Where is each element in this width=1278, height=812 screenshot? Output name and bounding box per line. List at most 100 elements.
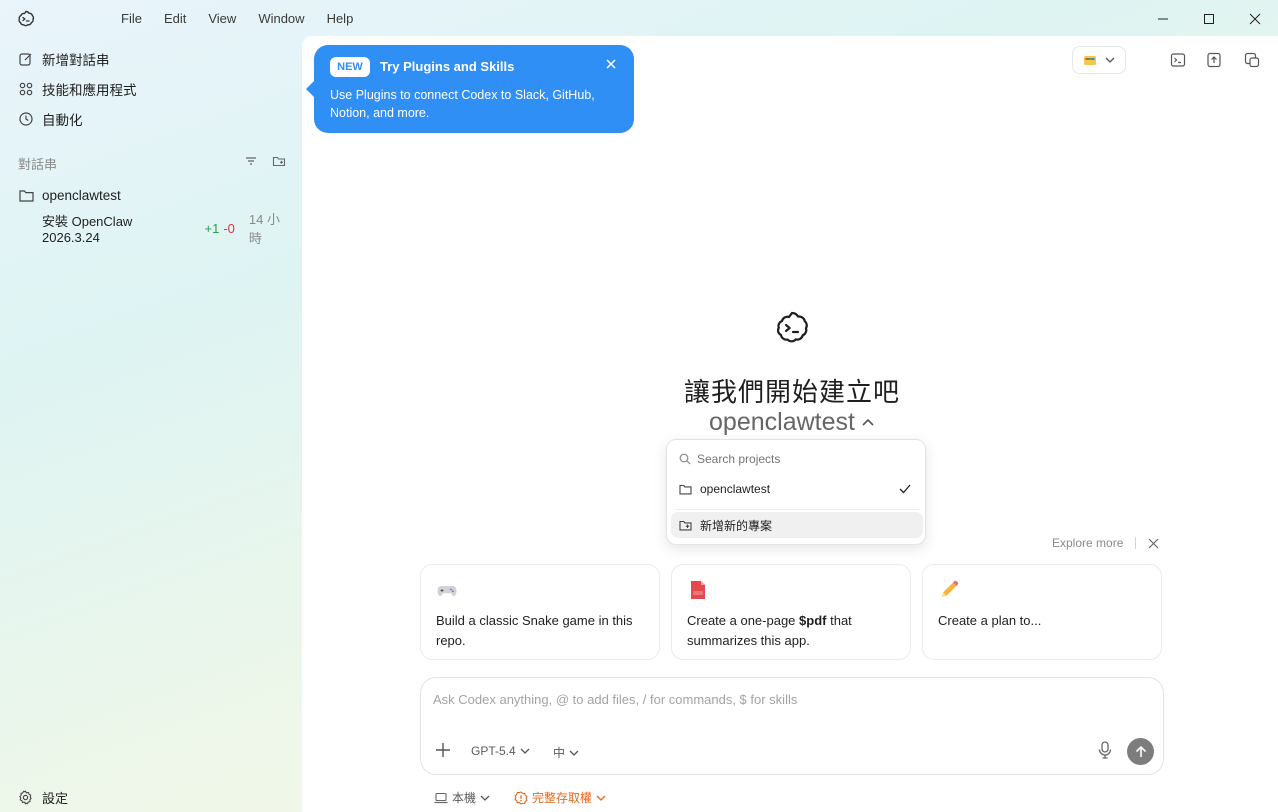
sidebar-item-skills-apps[interactable]: 技能和應用程式 xyxy=(18,77,137,101)
chevron-down-icon xyxy=(596,795,606,801)
app-window: File Edit View Window Help 新增對話串 技能和應用程式… xyxy=(0,0,1278,812)
project-search xyxy=(679,450,897,468)
effort-label: 中 xyxy=(553,746,566,760)
popup-title: Try Plugins and Skills xyxy=(380,59,515,74)
project-selector-label: openclawtest xyxy=(709,408,855,436)
card-text: Create a plan to... xyxy=(938,613,1042,628)
close-icon[interactable] xyxy=(604,57,618,71)
close-icon xyxy=(1249,13,1261,25)
popup-body: Use Plugins to connect Codex to Slack, G… xyxy=(330,88,595,120)
menu-edit[interactable]: Edit xyxy=(153,0,197,38)
new-badge: NEW xyxy=(330,57,370,77)
chevron-down-icon xyxy=(480,795,490,801)
folder-icon xyxy=(679,484,692,495)
minimize-icon xyxy=(1158,18,1168,20)
plus-icon[interactable] xyxy=(435,742,451,758)
app-folder-icon xyxy=(1084,56,1096,65)
folder-icon xyxy=(18,187,34,203)
new-folder-icon[interactable] xyxy=(272,154,286,168)
sidebar-item-label: 技能和應用程式 xyxy=(42,83,137,98)
model-selector[interactable]: GPT-5.4 xyxy=(471,744,530,758)
title-bar: File Edit View Window Help xyxy=(0,0,1278,38)
warning-icon xyxy=(514,790,528,805)
minimize-button[interactable] xyxy=(1140,0,1186,38)
clock-icon xyxy=(18,111,34,127)
sidebar: 新增對話串 技能和應用程式 自動化 對話串 openclawtest 安裝 Op… xyxy=(0,38,302,812)
project-selector[interactable]: openclawtest xyxy=(692,408,892,437)
copy-icon xyxy=(1244,52,1260,68)
close-icon[interactable] xyxy=(1148,538,1159,549)
send-button[interactable] xyxy=(1127,738,1154,765)
composer-options: 本機 完整存取權 xyxy=(434,789,630,806)
environment-label: 本機 xyxy=(452,791,477,805)
threads-section-tools xyxy=(244,154,286,168)
gear-icon xyxy=(19,790,32,805)
thread-removed-lines: -0 xyxy=(223,220,235,236)
page-title: 讓我們開始建立吧 xyxy=(683,377,900,407)
dropdown-item-project[interactable]: openclawtest xyxy=(671,476,923,502)
menu-help[interactable]: Help xyxy=(316,0,365,38)
app-logo-icon[interactable] xyxy=(16,9,36,29)
settings-label: 設定 xyxy=(42,791,69,806)
thread-title: 安裝 OpenClaw 2026.3.24 xyxy=(42,214,133,245)
upload-icon xyxy=(1207,52,1221,68)
copy-button[interactable] xyxy=(1242,50,1262,70)
maximize-button[interactable] xyxy=(1186,0,1232,38)
dropdown-project-label: openclawtest xyxy=(700,482,771,496)
divider xyxy=(1135,537,1137,549)
thread-added-lines: +1 xyxy=(204,220,220,236)
plugins-announcement-popup: NEW Try Plugins and Skills Use Plugins t… xyxy=(306,45,634,133)
explore-more-link[interactable]: Explore more xyxy=(1052,536,1123,550)
prompt-input[interactable] xyxy=(433,692,1133,714)
pdf-icon xyxy=(691,581,705,599)
menu-file[interactable]: File xyxy=(110,0,153,38)
model-label: GPT-5.4 xyxy=(471,744,516,758)
menu-bar: File Edit View Window Help xyxy=(110,0,364,38)
menu-window[interactable]: Window xyxy=(247,0,315,38)
close-window-button[interactable] xyxy=(1232,0,1278,38)
thread-item[interactable]: 安裝 OpenClaw 2026.3.24 +1 -0 14 小時 xyxy=(42,212,292,246)
chevron-down-icon xyxy=(520,748,530,754)
sidebar-item-automation[interactable]: 自動化 xyxy=(18,107,83,131)
project-label: openclawtest xyxy=(42,187,121,203)
card-text: Create a one-page $pdf that summarizes t… xyxy=(687,613,852,648)
sidebar-item-new-thread[interactable]: 新增對話串 xyxy=(18,47,110,71)
threads-section-title: 對話串 xyxy=(18,157,58,172)
grid-icon xyxy=(18,81,34,97)
pencil-icon xyxy=(942,580,959,597)
suggestion-card[interactable]: Create a one-page $pdf that summarizes t… xyxy=(671,564,911,660)
permission-selector[interactable]: 完整存取權 xyxy=(514,789,606,806)
dropdown-divider xyxy=(675,509,919,510)
card-text: Build a classic Snake game in this repo. xyxy=(436,613,633,648)
project-dropdown: openclawtest 新增新的專案 xyxy=(666,439,926,545)
check-icon xyxy=(899,484,911,494)
explore-bar: Explore more xyxy=(1052,536,1159,550)
open-in-app-dropdown[interactable] xyxy=(1072,46,1126,74)
sidebar-project-openclawtest[interactable]: openclawtest xyxy=(18,183,121,207)
chevron-up-icon xyxy=(862,418,874,426)
project-search-input[interactable] xyxy=(697,452,897,466)
environment-selector[interactable]: 本機 xyxy=(434,789,490,806)
filter-icon[interactable] xyxy=(244,154,258,168)
composer: GPT-5.4 中 xyxy=(420,677,1164,775)
menu-view[interactable]: View xyxy=(197,0,247,38)
suggestion-card[interactable]: Create a plan to... xyxy=(922,564,1162,660)
suggestion-card[interactable]: Build a classic Snake game in this repo. xyxy=(420,564,660,660)
permission-label: 完整存取權 xyxy=(532,791,593,805)
chevron-down-icon xyxy=(569,750,579,756)
dropdown-item-new-project[interactable]: 新增新的專案 xyxy=(671,512,923,538)
chevron-down-icon xyxy=(1105,57,1115,63)
upload-button[interactable] xyxy=(1204,50,1224,70)
main-panel: 讓我們開始建立吧 openclawtest openclawtest xyxy=(302,36,1278,812)
settings-button[interactable]: 設定 xyxy=(18,788,68,807)
codex-logo-icon xyxy=(776,311,808,343)
microphone-icon[interactable] xyxy=(1097,741,1113,759)
game-controller-icon xyxy=(437,586,457,596)
arrow-up-icon xyxy=(1135,745,1146,757)
edit-icon xyxy=(18,51,34,67)
effort-selector[interactable]: 中 xyxy=(553,744,579,761)
window-controls xyxy=(1140,0,1278,38)
terminal-button[interactable] xyxy=(1168,50,1188,70)
maximize-icon xyxy=(1204,14,1214,24)
search-icon xyxy=(679,453,691,465)
